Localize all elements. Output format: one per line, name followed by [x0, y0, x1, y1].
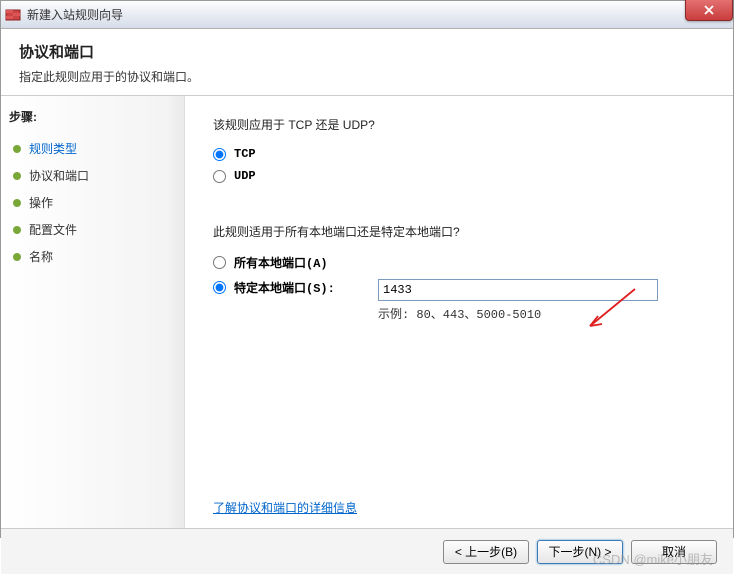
bullet-icon	[13, 199, 21, 207]
all-ports-radio[interactable]	[213, 256, 226, 269]
body-area: 步骤: 规则类型 协议和端口 操作 配置文件 名称 该规则应用于 TCP 还是 …	[1, 96, 733, 528]
wizard-window: 新建入站规则向导 协议和端口 指定此规则应用于的协议和端口。 步骤: 规则类型 …	[0, 0, 734, 538]
port-section: 此规则适用于所有本地端口还是特定本地端口? 所有本地端口(A) 特定本地端口(S…	[213, 223, 705, 322]
port-question: 此规则适用于所有本地端口还是特定本地端口?	[213, 223, 705, 240]
next-button[interactable]: 下一步(N) >	[537, 540, 623, 564]
titlebar: 新建入站规则向导	[1, 1, 733, 29]
steps-heading: 步骤:	[9, 108, 176, 125]
bullet-icon	[13, 145, 21, 153]
back-button[interactable]: < 上一步(B)	[443, 540, 529, 564]
step-rule-type[interactable]: 规则类型	[9, 135, 176, 162]
page-title: 协议和端口	[19, 41, 715, 62]
all-ports-option[interactable]: 所有本地端口(A)	[213, 254, 705, 271]
step-profile[interactable]: 配置文件	[9, 216, 176, 243]
protocol-question: 该规则应用于 TCP 还是 UDP?	[213, 116, 705, 133]
step-name[interactable]: 名称	[9, 243, 176, 270]
close-button[interactable]	[685, 0, 733, 21]
step-action[interactable]: 操作	[9, 189, 176, 216]
udp-option[interactable]: UDP	[213, 169, 705, 183]
page-description: 指定此规则应用于的协议和端口。	[19, 68, 715, 85]
firewall-icon	[5, 7, 21, 23]
main-panel: 该规则应用于 TCP 还是 UDP? TCP UDP 此规则适用于所有本地端口还…	[185, 96, 733, 528]
udp-label: UDP	[234, 169, 256, 183]
bullet-icon	[13, 226, 21, 234]
port-input[interactable]	[378, 279, 658, 301]
specific-ports-radio[interactable]	[213, 281, 226, 294]
tcp-label: TCP	[234, 147, 256, 161]
header-section: 协议和端口 指定此规则应用于的协议和端口。	[1, 29, 733, 96]
port-example: 示例: 80、443、5000-5010	[378, 305, 705, 322]
cancel-button[interactable]: 取消	[631, 540, 717, 564]
specific-ports-label: 特定本地端口(S):	[234, 279, 335, 296]
help-link-row: 了解协议和端口的详细信息	[213, 499, 357, 516]
udp-radio[interactable]	[213, 170, 226, 183]
bullet-icon	[13, 253, 21, 261]
specific-ports-option[interactable]: 特定本地端口(S): 示例: 80、443、5000-5010	[213, 279, 705, 322]
step-protocol-ports[interactable]: 协议和端口	[9, 162, 176, 189]
tcp-option[interactable]: TCP	[213, 147, 705, 161]
tcp-radio[interactable]	[213, 148, 226, 161]
window-title: 新建入站规则向导	[27, 6, 123, 23]
bullet-icon	[13, 172, 21, 180]
all-ports-label: 所有本地端口(A)	[234, 254, 328, 271]
learn-more-link[interactable]: 了解协议和端口的详细信息	[213, 501, 357, 515]
close-icon	[704, 5, 714, 15]
steps-sidebar: 步骤: 规则类型 协议和端口 操作 配置文件 名称	[1, 96, 185, 528]
footer-buttons: < 上一步(B) 下一步(N) > 取消 CSDN @mike小朋友	[1, 528, 733, 574]
